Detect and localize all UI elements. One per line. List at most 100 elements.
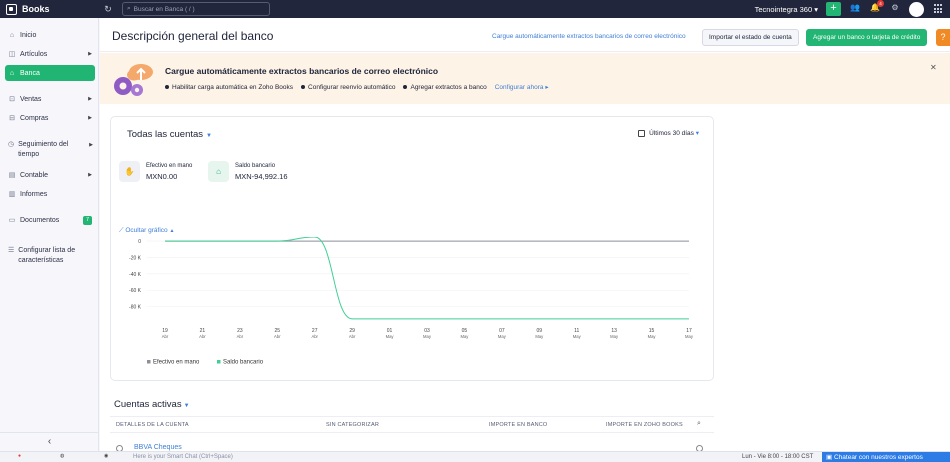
org-switcher[interactable]: Tecnointegra 360 ▾ xyxy=(755,5,818,14)
chevron-right-icon: ▶ xyxy=(88,51,92,57)
smart-chat-input[interactable]: Here is your Smart Chat (Ctrl+Space) xyxy=(133,454,233,460)
help-button[interactable]: ? xyxy=(936,29,950,46)
legend-swatch xyxy=(147,360,151,364)
sidebar-item-configurar-lista[interactable]: ☰ Configurar lista de características xyxy=(8,246,93,266)
sidebar-item-ventas[interactable]: ⊡ Ventas ▶ xyxy=(5,91,95,107)
account-name-link[interactable]: BBVA Cheques xyxy=(134,444,182,451)
banner-step: Configurar reenvío automático xyxy=(301,84,395,91)
column-header[interactable]: IMPORTE EN BANCO xyxy=(489,422,547,428)
chevron-down-icon: ▼ xyxy=(206,133,212,139)
search-placeholder: Buscar en Banca ( / ) xyxy=(133,5,195,13)
hide-chart-toggle[interactable]: ⟋ Ocultar gráfico ▲ xyxy=(119,227,174,235)
clock-icon: ◷ xyxy=(8,141,15,148)
cash-value: MXN0.00 xyxy=(146,171,178,181)
column-header[interactable]: DETALLES DE LA CUENTA xyxy=(116,422,189,428)
configure-now-link[interactable]: Configurar ahora ▸ xyxy=(495,83,549,91)
legend-swatch xyxy=(217,360,221,364)
close-icon[interactable]: ✕ xyxy=(930,63,937,72)
contacts-icon[interactable]: ◉ xyxy=(104,453,108,459)
chevron-right-icon: ▶ xyxy=(89,142,93,148)
chevron-right-icon: ▶ xyxy=(88,96,92,102)
top-bar: Books ↻ ⌕ Buscar en Banca ( / ) Tecnoint… xyxy=(0,0,950,18)
support-hours: Lun - Vie 8:00 - 18:00 CST xyxy=(742,454,814,460)
sidebar-item-seguimiento[interactable]: ◷ Seguimiento del tiempo ▶ xyxy=(8,140,93,160)
x-tick-label: May xyxy=(460,334,469,339)
gear-icon[interactable]: ⚙ xyxy=(889,3,901,15)
y-tick-label: -20 K xyxy=(129,255,142,261)
quick-create-button[interactable]: + xyxy=(826,2,841,16)
avatar[interactable] xyxy=(909,1,924,17)
cart-icon: ⊡ xyxy=(9,96,15,103)
chevron-right-icon: ▶ xyxy=(88,115,92,121)
sidebar-item-contable[interactable]: ▤ Contable ▶ xyxy=(5,167,95,183)
apps-grid-icon[interactable] xyxy=(934,4,944,14)
sidebar: ⌂ Inicio ◫ Artículos ▶ ⌂ Banca ⊡ Ventas … xyxy=(0,18,99,451)
banner-title: Cargue automáticamente extractos bancari… xyxy=(165,66,439,76)
x-tick-label: May xyxy=(535,334,544,339)
ledger-icon: ▤ xyxy=(8,172,16,179)
x-tick-label: Abr xyxy=(349,334,356,339)
x-tick-label: May xyxy=(610,334,619,339)
sidebar-item-articulos[interactable]: ◫ Artículos ▶ xyxy=(5,46,95,62)
column-header[interactable]: SIN CATEGORIZAR xyxy=(326,422,379,428)
chevron-down-icon: ▼ xyxy=(183,403,190,409)
x-tick-label: May xyxy=(573,334,582,339)
home-icon: ⌂ xyxy=(9,31,15,39)
sidebar-item-inicio[interactable]: ⌂ Inicio xyxy=(5,27,95,43)
search-input[interactable]: ⌕ Buscar en Banca ( / ) xyxy=(122,2,270,16)
gears-cloud-icon xyxy=(114,64,153,96)
bank-icon: ⌂ xyxy=(208,161,229,182)
cash-icon: ✋ xyxy=(119,161,140,182)
sidebar-item-informes[interactable]: ▥ Informes xyxy=(5,186,95,202)
x-tick-label: Abr xyxy=(162,334,169,339)
app-name: Books xyxy=(22,4,50,14)
import-statement-button[interactable]: Importar el estado de cuenta xyxy=(702,29,799,46)
period-selector[interactable]: Últimos 30 días ▾ xyxy=(638,129,699,137)
legend-label: Saldo bancario xyxy=(223,360,264,366)
chat-experts-button[interactable]: ▣ Chatear con nuestros expertos xyxy=(822,452,950,462)
users-icon[interactable]: 👥 xyxy=(849,3,861,15)
x-tick-label: Abr xyxy=(199,334,206,339)
main-content: Descripción general del banco Cargue aut… xyxy=(100,18,950,452)
brand[interactable]: Books xyxy=(0,3,100,15)
refresh-icon[interactable]: ↻ xyxy=(100,4,116,15)
banner-step: Agregar extractos a banco xyxy=(403,84,487,91)
legend-label: Efectivo en mano xyxy=(153,360,200,366)
cube-icon: ◫ xyxy=(8,51,16,58)
bank-icon: ⌂ xyxy=(9,69,15,77)
line-chart-icon: ⟋ xyxy=(119,227,124,234)
documents-badge: 7 xyxy=(83,215,92,225)
channels-icon[interactable]: ◍ xyxy=(60,453,64,459)
y-tick-label: -40 K xyxy=(129,272,142,278)
bank-balance-stat: ⌂ Saldo bancario MXN-94,992.16 xyxy=(208,161,288,182)
chats-icon[interactable]: ● xyxy=(18,453,21,459)
sidebar-item-compras[interactable]: ⊟ Compras ▶ xyxy=(5,110,95,126)
bell-icon[interactable]: 🔔 4 xyxy=(869,0,884,15)
email-statements-link[interactable]: Cargue automáticamente extractos bancari… xyxy=(492,33,686,40)
list-icon: ☰ xyxy=(8,247,15,254)
y-tick-label: -60 K xyxy=(129,288,142,294)
x-tick-label: May xyxy=(386,334,395,339)
search-icon[interactable]: ⌕ xyxy=(697,420,701,428)
cash-stat: ✋ Efectivo en mano MXN0.00 xyxy=(119,161,192,182)
balance-chart: 0-20 K-40 K-60 K-80 K19Abr21Abr23Abr25Ab… xyxy=(129,237,694,366)
add-bank-button[interactable]: Agregar un banco o tarjeta de crédito xyxy=(806,29,928,46)
email-statements-banner: Cargue automáticamente extractos bancari… xyxy=(100,53,950,104)
bank-balance-value: MXN-94,992.16 xyxy=(235,171,288,181)
x-tick-label: Abr xyxy=(274,334,281,339)
search-icon: ⌕ xyxy=(127,5,131,12)
sidebar-item-banca[interactable]: ⌂ Banca xyxy=(5,65,95,81)
chart-icon: ▥ xyxy=(8,191,16,198)
accounts-dropdown[interactable]: Todas las cuentas ▼ xyxy=(127,129,212,140)
collapse-sidebar-button[interactable]: ‹ xyxy=(0,432,99,450)
chevron-right-icon: ▶ xyxy=(88,172,92,178)
x-tick-label: May xyxy=(648,334,657,339)
page-header: Descripción general del banco Cargue aut… xyxy=(100,18,950,52)
column-header[interactable]: IMPORTE EN ZOHO BOOKS xyxy=(606,422,683,428)
calendar-icon xyxy=(638,129,646,137)
x-tick-label: Abr xyxy=(237,334,244,339)
active-accounts-dropdown[interactable]: Cuentas activas ▼ xyxy=(114,399,190,410)
sidebar-item-documentos[interactable]: ▭ Documentos 7 xyxy=(5,212,95,228)
banner-step: Habilitar carga automática en Zoho Books xyxy=(165,84,293,91)
x-tick-label: May xyxy=(423,334,432,339)
